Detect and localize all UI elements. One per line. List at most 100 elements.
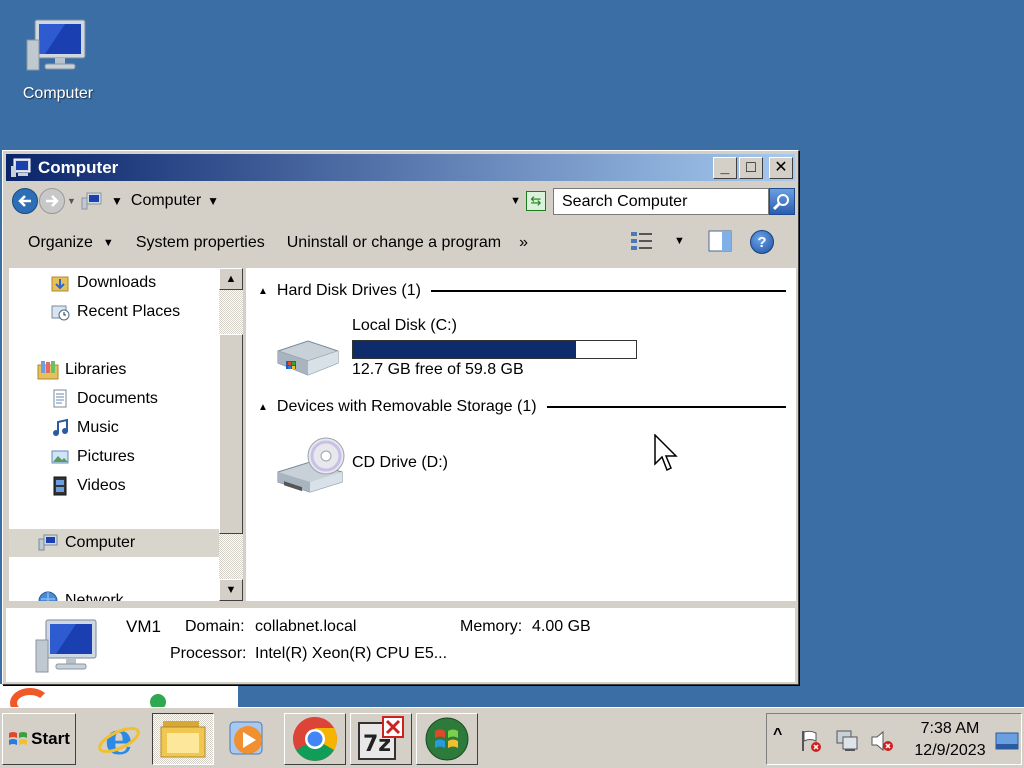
volume-muted-icon[interactable] bbox=[869, 729, 895, 753]
processor-value: Intel(R) Xeon(R) CPU E5... bbox=[255, 645, 448, 662]
mouse-cursor-icon bbox=[654, 434, 678, 472]
maximize-button[interactable]: □ bbox=[739, 157, 763, 179]
start-label: Start bbox=[31, 729, 70, 748]
start-button[interactable]: Start bbox=[2, 713, 76, 765]
internet-explorer-icon: e bbox=[98, 716, 140, 762]
taskbar-internet-explorer[interactable]: e bbox=[88, 713, 150, 765]
taskbar-windows-logo[interactable] bbox=[416, 713, 478, 765]
forward-button[interactable] bbox=[39, 188, 65, 214]
close-button[interactable]: ✕ bbox=[769, 157, 793, 179]
clock-date: 12/9/2023 bbox=[914, 742, 986, 759]
nav-item-downloads[interactable]: Downloads bbox=[49, 270, 156, 296]
refresh-icon: ⇆ bbox=[530, 193, 542, 208]
collapse-icon[interactable]: ▲ bbox=[258, 286, 268, 297]
drive-space-c: 12.7 GB free of 59.8 GB bbox=[352, 361, 524, 378]
uninstall-label: Uninstall or change a program bbox=[286, 234, 502, 251]
explorer-window[interactable]: Computer _ □ ✕ ▼ ▼ Computer ▼ ▼ ⇆ Search… bbox=[2, 150, 799, 685]
windows-flag-icon bbox=[9, 732, 28, 745]
taskbar-7zip[interactable]: 7z bbox=[350, 713, 412, 765]
back-button[interactable] bbox=[12, 188, 38, 214]
change-view-button[interactable] bbox=[630, 230, 654, 252]
computer-name: VM1 bbox=[126, 617, 161, 636]
minimize-button[interactable]: _ bbox=[713, 157, 737, 179]
nav-item-documents[interactable]: Documents bbox=[49, 386, 158, 412]
nav-item-recent-places[interactable]: Recent Places bbox=[49, 299, 180, 325]
breadcrumb-computer[interactable]: Computer bbox=[131, 192, 201, 210]
nav-item-libraries[interactable]: Libraries bbox=[37, 357, 126, 383]
cd-drive-icon bbox=[277, 437, 345, 493]
nav-scrollbar[interactable]: ▲ ▼ bbox=[219, 268, 243, 601]
action-center-flag-icon[interactable] bbox=[799, 729, 823, 753]
scroll-down-button[interactable]: ▼ bbox=[219, 579, 243, 601]
svg-text:e: e bbox=[105, 716, 133, 762]
breadcrumb-dropdown-icon[interactable]: ▼ bbox=[207, 194, 219, 208]
scroll-thumb[interactable] bbox=[219, 334, 243, 534]
help-icon: ? bbox=[750, 230, 774, 254]
network-status-icon[interactable] bbox=[835, 729, 861, 753]
memory-value: 4.00 GB bbox=[532, 618, 591, 635]
nav-item-pictures[interactable]: Pictures bbox=[49, 444, 135, 470]
folder-icon bbox=[160, 721, 206, 758]
nav-label: Network bbox=[65, 592, 124, 601]
uninstall-program-button[interactable]: Uninstall or change a program bbox=[287, 234, 501, 252]
help-button[interactable]: ? bbox=[750, 230, 774, 254]
view-options-dropdown[interactable]: ▼ bbox=[674, 235, 685, 247]
show-desktop-icon[interactable] bbox=[995, 732, 1019, 750]
search-input[interactable]: Search Computer bbox=[553, 188, 769, 215]
hard-drive-icon bbox=[277, 340, 339, 376]
taskbar-windows-explorer[interactable] bbox=[152, 713, 214, 765]
navigation-pane[interactable]: Downloads Recent Places Libraries Docume… bbox=[9, 268, 219, 601]
breadcrumb-chevron-icon[interactable]: ▼ bbox=[111, 194, 123, 208]
desktop-computer-icon[interactable]: Computer bbox=[14, 18, 102, 103]
search-button[interactable] bbox=[769, 188, 795, 215]
title-bar[interactable]: Computer _ □ ✕ bbox=[6, 154, 795, 181]
preview-pane-button[interactable] bbox=[708, 230, 732, 252]
drive-name-c: Local Disk (C:) bbox=[352, 317, 457, 334]
group-header-label: Devices with Removable Storage (1) bbox=[276, 398, 537, 415]
arrow-left-icon bbox=[18, 195, 31, 207]
taskbar-chrome[interactable] bbox=[284, 713, 346, 765]
disk-usage-fill bbox=[353, 341, 576, 358]
nav-item-videos[interactable]: Videos bbox=[49, 473, 126, 499]
videos-icon bbox=[49, 475, 71, 497]
memory-label: Memory: bbox=[460, 618, 523, 635]
system-properties-button[interactable]: System properties bbox=[136, 234, 265, 252]
logo-icon bbox=[10, 688, 50, 708]
group-header-removable-storage[interactable]: ▲ Devices with Removable Storage (1) bbox=[258, 398, 786, 416]
pictures-icon bbox=[49, 446, 71, 468]
clock[interactable]: 7:38 AM 12/9/2023 bbox=[905, 718, 995, 762]
processor-label: Processor: bbox=[170, 645, 247, 662]
nav-label: Pictures bbox=[77, 448, 135, 465]
group-header-hard-disk-drives[interactable]: ▲ Hard Disk Drives (1) bbox=[258, 282, 786, 300]
windows-orb-icon bbox=[425, 717, 469, 761]
downloads-folder-icon bbox=[49, 272, 71, 294]
nav-label: Libraries bbox=[65, 361, 127, 378]
nav-item-computer[interactable]: Computer bbox=[9, 529, 219, 557]
taskbar-media-player[interactable] bbox=[216, 713, 278, 765]
organize-button[interactable]: Organize ▼ bbox=[28, 234, 114, 252]
content-pane[interactable]: ▲ Hard Disk Drives (1) Local Disk (C:) 1… bbox=[246, 268, 796, 601]
nav-item-music[interactable]: Music bbox=[49, 415, 119, 441]
computer-icon bbox=[81, 192, 102, 210]
command-bar: Organize ▼ System properties Uninstall o… bbox=[6, 221, 795, 265]
nav-item-network[interactable]: Network bbox=[37, 588, 124, 601]
more-commands-button[interactable]: » bbox=[519, 234, 528, 252]
organize-label: Organize bbox=[28, 234, 93, 251]
background-window[interactable] bbox=[0, 684, 238, 708]
window-title: Computer bbox=[38, 157, 119, 177]
documents-icon bbox=[49, 388, 71, 410]
taskbar: Start e 7z ^ 7:38 AM 12/9/2023 bbox=[0, 707, 1024, 768]
collapse-icon[interactable]: ▲ bbox=[258, 402, 268, 413]
recent-pages-dropdown[interactable]: ▼ bbox=[67, 196, 76, 206]
computer-icon bbox=[11, 158, 31, 177]
7zip-icon: 7z bbox=[358, 716, 404, 760]
scroll-up-button[interactable]: ▲ bbox=[219, 268, 243, 290]
address-field[interactable]: ▼ Computer ▼ ▼ bbox=[81, 187, 521, 215]
preview-pane-icon bbox=[708, 230, 732, 252]
show-hidden-icons-button[interactable]: ^ bbox=[773, 726, 782, 744]
group-divider bbox=[546, 406, 786, 408]
nav-label: Documents bbox=[77, 390, 158, 407]
address-history-dropdown[interactable]: ▼ bbox=[510, 195, 521, 207]
refresh-button[interactable]: ⇆ bbox=[526, 191, 546, 211]
nav-label: Music bbox=[77, 419, 119, 436]
